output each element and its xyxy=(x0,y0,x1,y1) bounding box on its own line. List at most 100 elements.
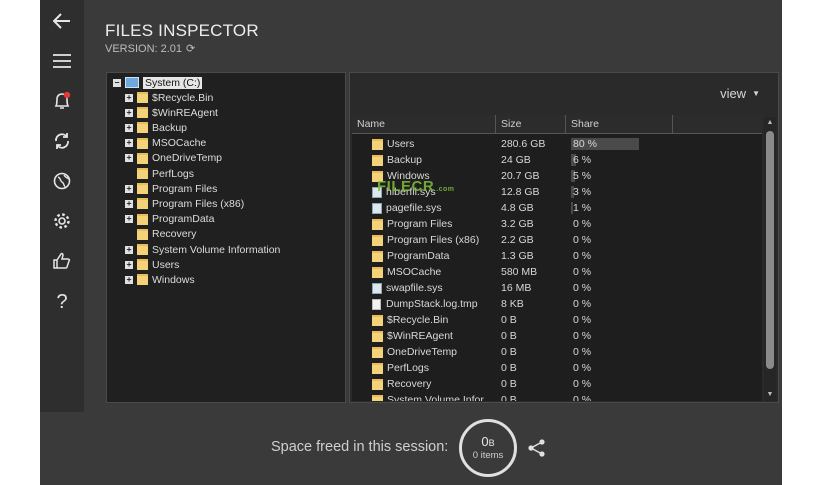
tree-item[interactable]: + Windows xyxy=(125,272,195,287)
notification-bell-icon[interactable] xyxy=(40,85,84,117)
column-header-size[interactable]: Size xyxy=(496,115,566,134)
system-file-icon xyxy=(372,202,382,214)
share-bar: 0 % xyxy=(571,362,656,374)
table-row[interactable]: pagefile.sys 4.8 GB 1 % xyxy=(352,200,762,216)
row-name: OneDriveTemp xyxy=(387,346,458,358)
tree-item[interactable]: Recovery xyxy=(125,227,196,242)
column-header-share[interactable]: Share xyxy=(566,115,673,134)
table-row[interactable]: System Volume Infor... 0 B 0 % xyxy=(352,392,762,401)
row-share: 80 % xyxy=(573,138,597,150)
settings-gear-icon[interactable] xyxy=(40,205,84,237)
file-icon xyxy=(372,298,381,310)
folder-icon xyxy=(372,330,383,342)
back-arrow-icon[interactable] xyxy=(40,5,84,37)
table-row[interactable]: Program Files (x86) 2.2 GB 0 % xyxy=(352,232,762,248)
expand-toggle-icon[interactable]: + xyxy=(125,93,133,102)
tree-item[interactable]: + Program Files xyxy=(125,181,217,196)
cell-name: $WinREAgent xyxy=(352,330,496,342)
folder-icon xyxy=(137,122,148,134)
cell-name: System Volume Infor... xyxy=(352,394,496,401)
row-name: pagefile.sys xyxy=(386,202,442,214)
space-freed-items: 0 items xyxy=(472,449,504,461)
table-row[interactable]: $Recycle.Bin 0 B 0 % xyxy=(352,312,762,328)
menu-icon[interactable] xyxy=(40,45,84,77)
column-header-empty xyxy=(673,115,762,134)
help-icon[interactable]: ? xyxy=(40,286,84,318)
expand-toggle-icon[interactable]: + xyxy=(125,139,133,148)
file-list-panel: view ▼ Name Size Share Users 280.6 GB 80 %… xyxy=(349,72,779,403)
tree-item[interactable]: + Program Files (x86) xyxy=(125,196,244,211)
expand-toggle-icon[interactable]: + xyxy=(125,184,133,193)
table-row[interactable]: Recovery 0 B 0 % xyxy=(352,376,762,392)
files-inspector-window: ? FILES INSPECTOR VERSION: 2.01 ⟳ − Syst… xyxy=(40,0,782,485)
vertical-scrollbar[interactable]: ▲ ▼ xyxy=(764,117,776,401)
globe-icon[interactable] xyxy=(40,165,84,197)
cell-name: Program Files (x86) xyxy=(352,234,496,246)
column-header-name[interactable]: Name xyxy=(352,115,496,134)
side-navigation-rail: ? xyxy=(40,0,84,412)
cell-name: OneDriveTemp xyxy=(352,346,496,358)
tree-item[interactable]: + MSOCache xyxy=(125,136,206,151)
folder-icon xyxy=(137,107,148,119)
row-size: 580 MB xyxy=(501,266,538,278)
version-text: VERSION: 2.01 xyxy=(105,42,183,55)
folder-icon xyxy=(137,152,148,164)
cell-name: PerfLogs xyxy=(352,362,496,374)
expand-toggle-icon[interactable]: + xyxy=(125,245,133,254)
sync-icon[interactable] xyxy=(40,125,84,157)
row-share: 0 % xyxy=(573,218,592,230)
refresh-icon[interactable]: ⟳ xyxy=(186,42,195,55)
share-icon[interactable] xyxy=(527,438,547,458)
expand-toggle-icon[interactable]: + xyxy=(125,154,133,163)
expand-toggle-icon[interactable]: + xyxy=(125,199,133,208)
tree-item[interactable]: + System Volume Information xyxy=(125,242,280,257)
expand-toggle-icon[interactable]: + xyxy=(125,123,133,132)
tree-item[interactable]: + $Recycle.Bin xyxy=(125,90,213,105)
table-row[interactable]: OneDriveTemp 0 B 0 % xyxy=(352,344,762,360)
scroll-thumb[interactable] xyxy=(766,131,774,369)
table-row[interactable]: $WinREAgent 0 B 0 % xyxy=(352,328,762,344)
cell-name: MSOCache xyxy=(352,266,496,278)
thumbs-up-icon[interactable] xyxy=(40,245,84,277)
view-dropdown[interactable]: view ▼ xyxy=(720,86,760,101)
table-row[interactable]: Users 280.6 GB 80 % xyxy=(352,136,762,152)
share-bar: 0 % xyxy=(571,234,656,246)
expand-toggle-icon[interactable]: + xyxy=(125,215,133,224)
tree-item[interactable]: + Backup xyxy=(125,120,187,135)
table-row[interactable]: MSOCache 580 MB 0 % xyxy=(352,264,762,280)
share-bar: 80 % xyxy=(571,138,656,150)
row-name: $WinREAgent xyxy=(387,330,453,342)
tree-root-row[interactable]: − System (C:) xyxy=(113,75,203,90)
table-row[interactable]: swapfile.sys 16 MB 0 % xyxy=(352,280,762,296)
table-row[interactable]: PerfLogs 0 B 0 % xyxy=(352,360,762,376)
share-bar: 5 % xyxy=(571,170,656,182)
space-freed-indicator[interactable]: 0B 0 items xyxy=(459,419,517,477)
tree-item-label: Program Files xyxy=(152,182,218,195)
row-share: 0 % xyxy=(573,266,592,278)
tree-item[interactable]: + OneDriveTemp xyxy=(125,151,222,166)
scroll-down-icon[interactable]: ▼ xyxy=(764,389,776,401)
folder-icon xyxy=(372,394,383,401)
tree-item[interactable]: + Users xyxy=(125,257,179,272)
cell-name: DumpStack.log.tmp xyxy=(352,298,496,310)
tree-item[interactable]: PerfLogs xyxy=(125,166,194,181)
space-freed-value: 0 xyxy=(481,433,489,449)
folder-icon xyxy=(372,154,383,166)
table-row[interactable]: Backup 24 GB 6 % xyxy=(352,152,762,168)
table-row[interactable]: Program Files 3.2 GB 0 % xyxy=(352,216,762,232)
scroll-up-icon[interactable]: ▲ xyxy=(764,117,776,129)
table-row[interactable]: DumpStack.log.tmp 8 KB 0 % xyxy=(352,296,762,312)
row-share: 5 % xyxy=(573,170,592,182)
tree-item[interactable]: + ProgramData xyxy=(125,212,214,227)
expand-toggle-icon[interactable]: + xyxy=(125,260,133,269)
tree-item-label: PerfLogs xyxy=(152,167,195,180)
collapse-toggle-icon[interactable]: − xyxy=(113,78,121,87)
expand-toggle-icon[interactable]: + xyxy=(125,275,133,284)
share-bar: 0 % xyxy=(571,330,656,342)
row-size: 8 KB xyxy=(501,298,524,310)
expand-toggle-icon[interactable]: + xyxy=(125,108,133,117)
share-bar: 0 % xyxy=(571,298,656,310)
tree-item[interactable]: + $WinREAgent xyxy=(125,105,218,120)
row-size: 0 B xyxy=(501,314,517,326)
table-row[interactable]: ProgramData 1.3 GB 0 % xyxy=(352,248,762,264)
